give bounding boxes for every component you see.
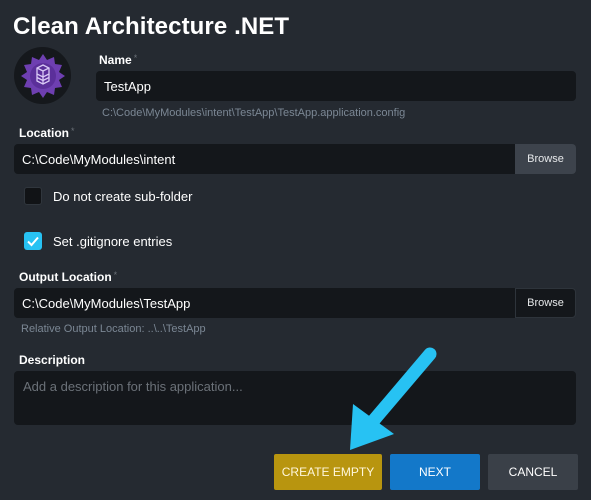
gitignore-checkbox[interactable] [24, 232, 42, 250]
location-label: Location * [19, 126, 75, 140]
annotation-arrow-icon [350, 347, 437, 450]
checkmark-icon [27, 236, 39, 247]
output-location-input[interactable]: C:\Code\MyModules\TestApp [14, 288, 515, 318]
dialog-title: Clean Architecture .NET [13, 13, 290, 40]
gitignore-label: Set .gitignore entries [53, 234, 173, 249]
name-input[interactable]: TestApp [96, 71, 576, 101]
description-label: Description [19, 353, 86, 367]
location-input[interactable]: C:\Code\MyModules\intent [14, 144, 515, 174]
next-button[interactable]: NEXT [390, 454, 480, 490]
output-browse-button[interactable]: Browse [515, 288, 576, 318]
name-label: Name * [99, 53, 138, 67]
output-location-label: Output Location * [19, 270, 118, 284]
app-logo [14, 47, 71, 104]
create-empty-button[interactable]: CREATE EMPTY [274, 454, 382, 490]
relative-output-hint: Relative Output Location: ..\..\TestApp [21, 323, 206, 335]
config-path-hint: C:\Code\MyModules\intent\TestApp\TestApp… [102, 107, 406, 119]
cube-logo-icon [18, 51, 67, 100]
cancel-button[interactable]: CANCEL [488, 454, 578, 490]
no-subfolder-label: Do not create sub-folder [53, 189, 193, 204]
no-subfolder-checkbox[interactable] [24, 187, 42, 205]
location-browse-button[interactable]: Browse [515, 144, 576, 174]
description-textarea[interactable]: Add a description for this application..… [14, 371, 576, 425]
